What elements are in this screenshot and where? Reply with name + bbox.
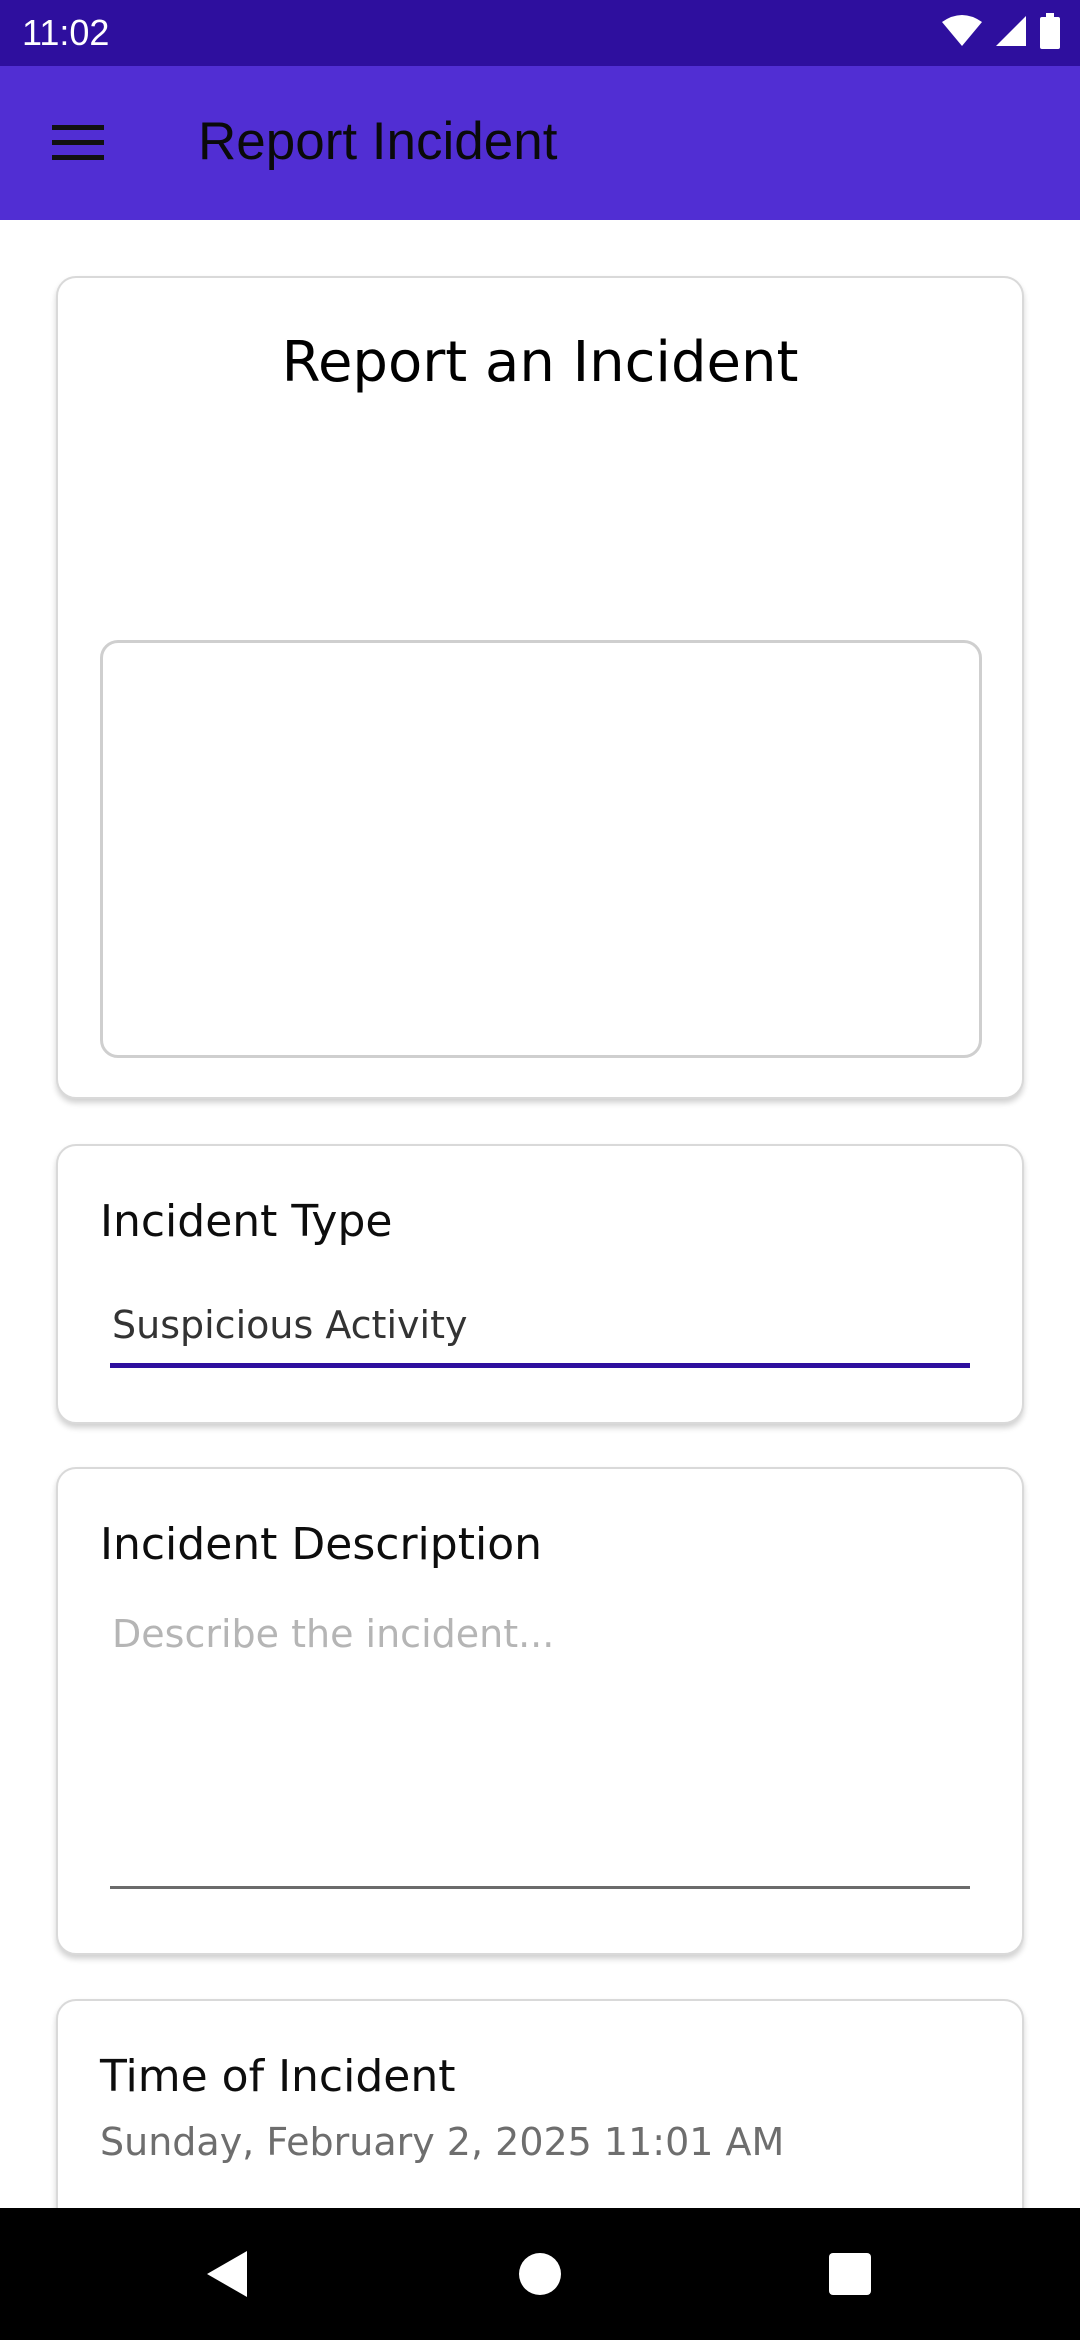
- status-icons: [942, 13, 1060, 53]
- system-nav-bar: [0, 2208, 1080, 2340]
- incident-type-label: Incident Type: [100, 1196, 393, 1247]
- page-title: Report an Incident: [281, 330, 799, 395]
- hamburger-menu-icon[interactable]: [40, 116, 116, 170]
- incident-description-input[interactable]: [110, 1609, 970, 1889]
- app-title: Report Incident: [198, 112, 558, 171]
- signal-icon: [994, 14, 1028, 52]
- report-header-card: Report an Incident: [56, 276, 1024, 1099]
- incident-description-card: Incident Description: [56, 1467, 1024, 1955]
- home-icon[interactable]: [500, 2238, 580, 2310]
- battery-icon: [1040, 13, 1060, 53]
- incident-type-card: Incident Type: [56, 1144, 1024, 1424]
- incident-type-input[interactable]: [110, 1286, 970, 1368]
- incident-description-label: Incident Description: [100, 1519, 542, 1570]
- recents-icon[interactable]: [810, 2238, 890, 2310]
- status-time: 11:02: [22, 12, 110, 53]
- time-of-incident-value[interactable]: Sunday, February 2, 2025 11:01 AM: [100, 2117, 784, 2167]
- wifi-icon: [942, 14, 982, 52]
- time-of-incident-label: Time of Incident: [100, 2051, 456, 2102]
- status-bar: 11:02: [0, 0, 1080, 66]
- back-icon[interactable]: [186, 2238, 266, 2310]
- app-bar: Report Incident: [0, 66, 1080, 220]
- incident-photo-area[interactable]: [100, 640, 982, 1058]
